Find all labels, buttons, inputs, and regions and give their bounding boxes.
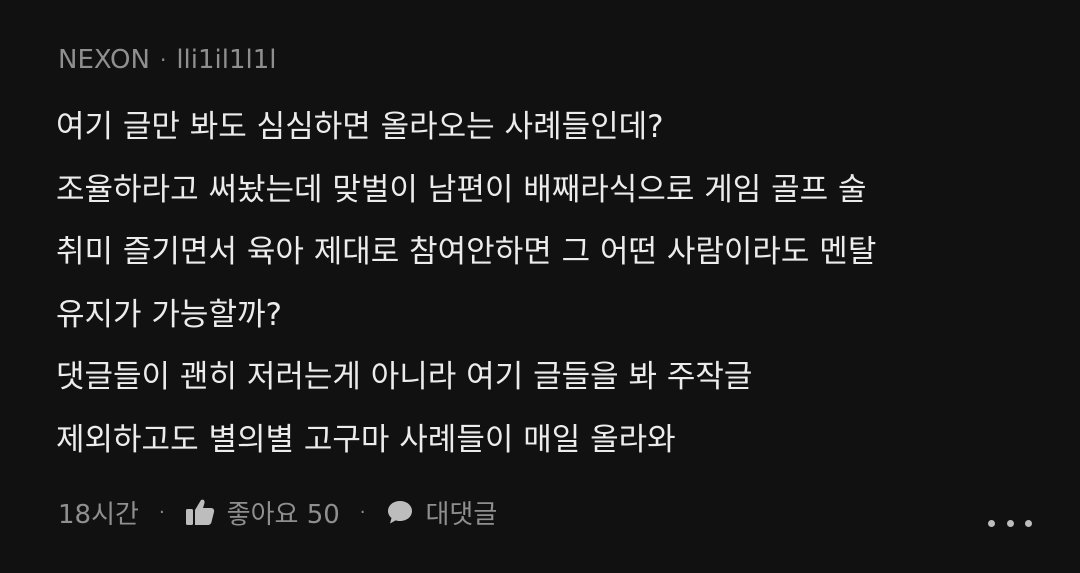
footer-separator: · [359, 501, 366, 523]
timestamp: 18시간 [58, 499, 139, 530]
like-count-label: 좋아요 50 [226, 499, 340, 530]
comment-line: 댓글들이 괜히 저러는게 아니라 여기 글들을 봐 주작글 [56, 359, 753, 395]
dot [988, 519, 995, 527]
reply-label: 대댓글 [425, 499, 498, 530]
dot [1025, 519, 1032, 527]
comment-header: NEXON · lli1il1l1l [58, 38, 277, 82]
like-button[interactable]: 좋아요 50 [185, 494, 340, 531]
comment-line: 제외하고도 별의별 고구마 사례들이 매일 올라와 [56, 421, 676, 458]
comment-line: 여기 글만 봐도 심심하면 올라오는 사례들인데? [56, 109, 664, 145]
comment-card: NEXON · lli1il1l1l 여기 글만 봐도 심심하면 올라오는 사례… [0, 0, 1080, 573]
reply-button[interactable]: 대댓글 [386, 494, 498, 531]
source-label: NEXON [58, 45, 150, 75]
thumbs-up-icon [185, 498, 215, 526]
speech-bubble-icon [386, 499, 414, 525]
comment-body: 여기 글만 봐도 심심하면 올라오는 사례들인데? 조율하라고 써놨는데 맞벌이… [56, 96, 1056, 471]
comment-footer: 18시간 · 좋아요 50 · 대댓글 [58, 488, 497, 536]
more-dots-icon[interactable] [988, 508, 1032, 538]
comment-line: 조율하라고 써놨는데 맞벌이 남편이 배째라식으로 게임 골프 술 [56, 171, 867, 208]
dot [1006, 519, 1014, 527]
footer-separator: · [158, 501, 165, 523]
comment-line: 유지가 가능할까? [56, 296, 282, 333]
header-separator: · [159, 48, 167, 72]
comment-line: 취미 즐기면서 육아 제대로 참여안하면 그 어떤 사람이라도 멘탈 [56, 234, 877, 270]
username[interactable]: lli1il1l1l [176, 45, 276, 75]
